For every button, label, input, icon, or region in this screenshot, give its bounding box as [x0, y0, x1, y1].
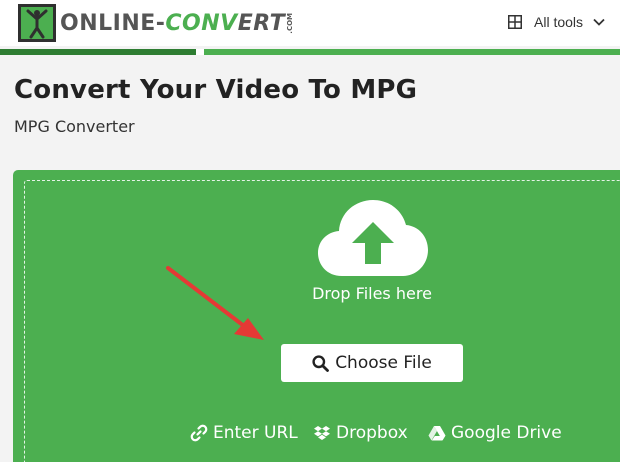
logo-mark-icon [18, 4, 56, 42]
logo-text-com: .COM [286, 12, 295, 34]
dropbox-link[interactable]: Dropbox [313, 420, 408, 446]
all-tools-menu[interactable]: All tools [508, 12, 605, 32]
logo-text-ert: ERT [237, 10, 286, 36]
chevron-down-icon [593, 18, 605, 26]
annotation-arrow [166, 266, 264, 340]
cloud-upload-icon [318, 200, 428, 276]
google-drive-icon [428, 426, 446, 441]
google-drive-link[interactable]: Google Drive [428, 420, 562, 446]
choose-file-label: Choose File [335, 353, 432, 373]
drop-files-text: Drop Files here [312, 284, 432, 303]
enter-url-link[interactable]: Enter URL [190, 420, 298, 446]
search-icon [312, 354, 330, 372]
all-tools-label: All tools [534, 14, 584, 30]
google-drive-label: Google Drive [451, 423, 562, 443]
link-icon [190, 424, 208, 442]
dropbox-label: Dropbox [336, 423, 408, 443]
top-header: ONLINE- CONV ERT .COM All tools [0, 0, 620, 46]
grid-icon [508, 15, 522, 29]
logo-text-conv: CONV [165, 10, 238, 36]
logo-wordmark: ONLINE- CONV ERT .COM [60, 11, 294, 36]
logo[interactable]: ONLINE- CONV ERT .COM [18, 4, 294, 42]
page-title: Convert Your Video To MPG [14, 75, 418, 105]
page-subtitle: MPG Converter [14, 117, 135, 136]
header-accent-stripe [0, 49, 620, 55]
choose-file-button[interactable]: Choose File [281, 344, 463, 382]
dropbox-icon [314, 425, 330, 440]
enter-url-label: Enter URL [213, 423, 298, 443]
logo-text-online: ONLINE- [60, 10, 166, 36]
